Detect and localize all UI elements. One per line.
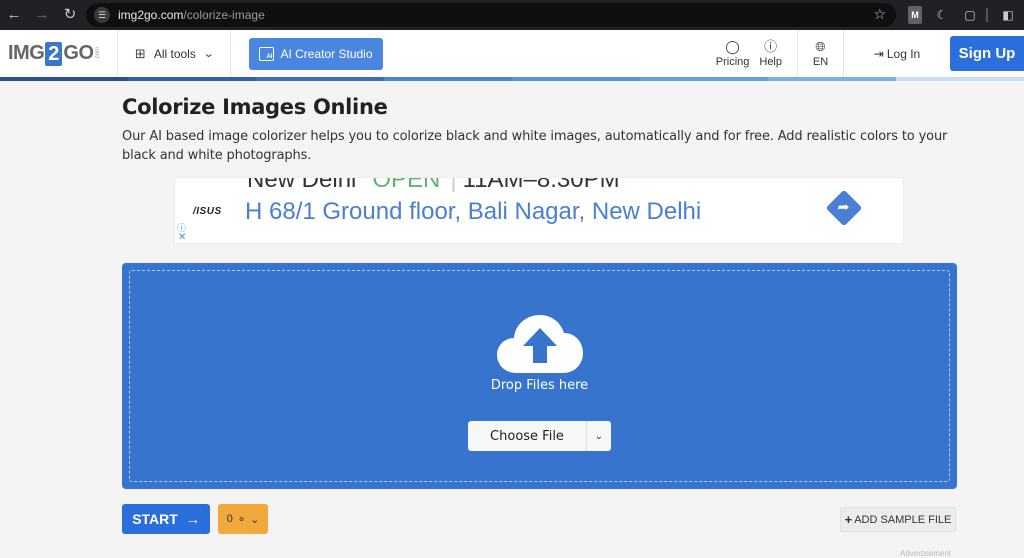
- file-drop-zone[interactable]: Drop Files here Choose File ⌄: [122, 263, 957, 489]
- ai-creator-studio-label: AI Creator Studio: [280, 47, 373, 61]
- all-tools-label: All tools: [153, 46, 196, 61]
- chevron-down-icon: ⌄: [250, 513, 260, 526]
- main-content: Colorize Images Online Our AI based imag…: [122, 81, 957, 558]
- credits-value: 0: [226, 513, 233, 525]
- logo-suffix: .com: [94, 46, 101, 60]
- start-label: START: [132, 511, 178, 527]
- img2go-logo[interactable]: IMG 2 GO .com: [0, 30, 118, 77]
- choose-file-button-group: Choose File ⌄: [468, 421, 611, 451]
- add-sample-file-button[interactable]: + ADD SAMPLE FILE: [840, 507, 956, 532]
- side-panel-icon[interactable]: ◧: [1000, 6, 1016, 24]
- coin-icon: ⚬: [236, 513, 247, 526]
- ad-divider: |: [450, 177, 457, 193]
- directions-icon[interactable]: ➦: [825, 189, 863, 227]
- ai-image-icon: AI: [259, 47, 275, 61]
- logo-text-img: IMG: [8, 42, 45, 64]
- site-header: IMG 2 GO .com ⊞ All tools ⌄ AI AI Creator S…: [0, 30, 1024, 77]
- ad-hours: 11AM–8:30PM: [462, 177, 620, 193]
- ad-place: New Delhi: [247, 177, 357, 193]
- page-description: Our AI based image colorizer helps you t…: [122, 129, 948, 163]
- help-circle-icon: ⓘ: [764, 38, 778, 54]
- page-title: Colorize Images Online: [122, 95, 388, 119]
- chevron-down-icon: ⌄: [202, 48, 215, 60]
- login-button[interactable]: ⇥ Log In: [844, 30, 950, 77]
- pricing-label: Pricing: [715, 55, 750, 68]
- extensions-puzzle-icon[interactable]: ▢: [962, 6, 978, 24]
- ad-banner[interactable]: New Delhi OPEN | 11AM–8:30PM /ISUS H 68/1 G…: [174, 177, 904, 244]
- choose-file-button[interactable]: Choose File: [468, 421, 587, 451]
- url-path: /colorize-image: [183, 8, 265, 22]
- extension-m-icon[interactable]: M: [908, 6, 922, 24]
- site-settings-icon[interactable]: ☰: [94, 7, 110, 23]
- cloud-upload-icon: [497, 315, 583, 373]
- toolbar-divider: [986, 8, 988, 22]
- signup-button[interactable]: Sign Up: [950, 36, 1024, 71]
- plus-icon: +: [844, 512, 853, 527]
- url-host: img2go.com: [118, 8, 184, 22]
- start-button[interactable]: START →: [122, 504, 210, 534]
- stripe-segment: [0, 77, 128, 81]
- forward-arrow-icon[interactable]: →: [28, 0, 56, 30]
- reload-icon[interactable]: ↻: [56, 0, 84, 30]
- all-tools-menu[interactable]: ⊞ All tools ⌄: [118, 30, 231, 77]
- asus-logo: /ISUS: [193, 206, 222, 217]
- arrow-right-icon: →: [185, 511, 200, 527]
- logo-text-2: 2: [45, 41, 63, 66]
- help-label: Help: [759, 55, 782, 68]
- chevron-down-icon: ⌄: [594, 430, 604, 442]
- login-arrow-icon: ⇥: [873, 46, 884, 61]
- login-label: Log In: [886, 46, 921, 61]
- drop-files-text: Drop Files here: [490, 378, 589, 393]
- add-sample-label: ADD SAMPLE FILE: [854, 513, 952, 526]
- ad-open-status: OPEN: [372, 177, 441, 193]
- logo-text-go: GO: [63, 42, 94, 64]
- pricing-link[interactable]: ◯ Pricing: [711, 30, 755, 77]
- price-tag-icon: ◯: [725, 38, 740, 54]
- ad-address[interactable]: H 68/1 Ground floor, Bali Nagar, New Del…: [245, 198, 701, 226]
- credits-dropdown[interactable]: 0 ⚬ ⌄: [218, 504, 268, 534]
- drop-zone-border: Drop Files here Choose File ⌄: [129, 270, 950, 482]
- ad-headline: New Delhi OPEN | 11AM–8:30PM: [247, 177, 620, 194]
- globe-icon: 🌐︎: [815, 38, 826, 54]
- bookmark-star-icon[interactable]: ☆: [873, 6, 886, 23]
- address-bar[interactable]: ☰ img2go.com/colorize-image ☆: [86, 3, 896, 27]
- extension-moon-icon[interactable]: ☾: [934, 6, 950, 24]
- choose-file-dropdown[interactable]: ⌄: [587, 421, 611, 451]
- language-label: EN: [812, 55, 829, 68]
- language-selector[interactable]: 🌐︎ EN: [798, 30, 844, 77]
- help-link[interactable]: ⓘ Help: [754, 30, 787, 77]
- browser-toolbar: ← → ↻ ☰ img2go.com/colorize-image ☆ M ☾ …: [0, 0, 1024, 30]
- ai-creator-studio-button[interactable]: AI AI Creator Studio: [249, 38, 383, 70]
- grid-icon: ⊞: [134, 45, 146, 61]
- back-arrow-icon[interactable]: ←: [0, 0, 28, 30]
- ad-close-icon[interactable]: ✕: [178, 232, 186, 243]
